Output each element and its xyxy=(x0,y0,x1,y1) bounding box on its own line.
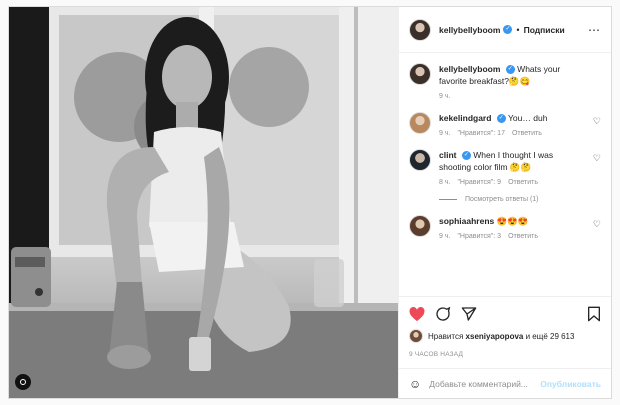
like-comment-heart-icon[interactable]: ♡ xyxy=(593,153,601,164)
likes-user[interactable]: xseniyapopova xyxy=(466,332,524,341)
reply-button[interactable]: Ответить xyxy=(512,130,542,137)
view-replies-button[interactable]: Посмотреть ответы (1) xyxy=(439,196,601,203)
avatar[interactable] xyxy=(409,63,431,85)
comment-username[interactable]: kekelindgard xyxy=(439,113,491,123)
like-comment-heart-icon[interactable]: ♡ xyxy=(593,116,601,127)
comment-text: You… duh xyxy=(508,113,548,123)
verified-badge-icon: ✓ xyxy=(505,65,515,75)
like-heart-icon[interactable] xyxy=(409,306,425,322)
likes-summary: Нравится xseniyapopova и ещё 29 613 xyxy=(409,329,601,343)
emoji-smile-icon[interactable]: ☺ xyxy=(409,377,421,391)
add-comment-bar: ☺ Опубликовать xyxy=(399,368,611,398)
comment: kekelindgard ✓ You… duh 9 ч. "Нравится":… xyxy=(409,112,601,137)
comments-list: kellybellyboom ✓ Whats your favorite bre… xyxy=(399,53,611,296)
comment-text: 😍😍😍 xyxy=(496,216,529,226)
reply-button[interactable]: Ответить xyxy=(508,233,538,240)
verified-badge-icon: ✓ xyxy=(503,25,513,34)
separator: • xyxy=(516,24,520,35)
ellipsis-icon[interactable]: ⋯ xyxy=(588,23,601,37)
tagged-users-icon[interactable] xyxy=(15,374,31,390)
like-comment-heart-icon[interactable]: ♡ xyxy=(593,219,601,230)
caption: kellybellyboom ✓ Whats your favorite bre… xyxy=(409,63,601,100)
avatar[interactable] xyxy=(409,112,431,134)
header-username[interactable]: kellybellyboom xyxy=(439,25,500,35)
bookmark-icon[interactable] xyxy=(587,306,601,322)
comment: clint ✓ When I thought I was shooting co… xyxy=(409,149,601,186)
comment-input[interactable] xyxy=(429,378,541,389)
comment-username[interactable]: clint xyxy=(439,150,456,160)
post-photo[interactable] xyxy=(9,7,398,398)
post-sidebar: kellybellyboom ✓ • Подписки ⋯ kellybelly… xyxy=(398,7,611,398)
comment-text: When I thought I was shooting color film… xyxy=(439,150,554,172)
comment: sophiaahrens 😍😍😍 9 ч. "Нравится": 3 Отве… xyxy=(409,215,601,240)
comment-bubble-icon[interactable] xyxy=(435,306,451,322)
follow-button[interactable]: Подписки xyxy=(524,25,565,35)
comment-likes[interactable]: "Нравится": 9 xyxy=(457,179,501,186)
post-actions: Нравится xseniyapopova и ещё 29 613 9 ЧА… xyxy=(399,296,611,358)
comment-likes[interactable]: "Нравится": 17 xyxy=(457,130,505,137)
comment-likes[interactable]: "Нравится": 3 xyxy=(457,233,501,240)
replies-line xyxy=(439,199,457,200)
likes-prefix: Нравится xyxy=(428,331,464,341)
verified-badge-icon: ✓ xyxy=(496,114,506,124)
post-timestamp[interactable]: 9 ЧАСОВ НАЗАД xyxy=(409,351,601,358)
caption-time[interactable]: 9 ч. xyxy=(439,93,450,100)
view-replies-label[interactable]: Посмотреть ответы (1) xyxy=(465,196,539,203)
comment-time[interactable]: 9 ч. xyxy=(439,130,450,137)
comment-time[interactable]: 8 ч. xyxy=(439,179,450,186)
instagram-post: kellybellyboom ✓ • Подписки ⋯ kellybelly… xyxy=(8,6,612,399)
action-icons xyxy=(409,303,601,325)
reply-button[interactable]: Ответить xyxy=(508,179,538,186)
photo-illustration xyxy=(9,7,398,398)
caption-username[interactable]: kellybellyboom xyxy=(439,64,500,74)
post-header: kellybellyboom ✓ • Подписки ⋯ xyxy=(399,7,611,53)
share-paper-plane-icon[interactable] xyxy=(461,306,477,322)
comment-time[interactable]: 9 ч. xyxy=(439,233,450,240)
publish-button[interactable]: Опубликовать xyxy=(540,379,601,389)
comment-username[interactable]: sophiaahrens xyxy=(439,216,494,226)
avatar[interactable] xyxy=(409,18,431,41)
avatar[interactable] xyxy=(409,215,431,237)
avatar[interactable] xyxy=(409,149,431,171)
avatar[interactable] xyxy=(409,329,423,343)
likes-count[interactable]: и ещё 29 613 xyxy=(526,332,575,341)
verified-badge-icon: ✓ xyxy=(461,151,471,161)
